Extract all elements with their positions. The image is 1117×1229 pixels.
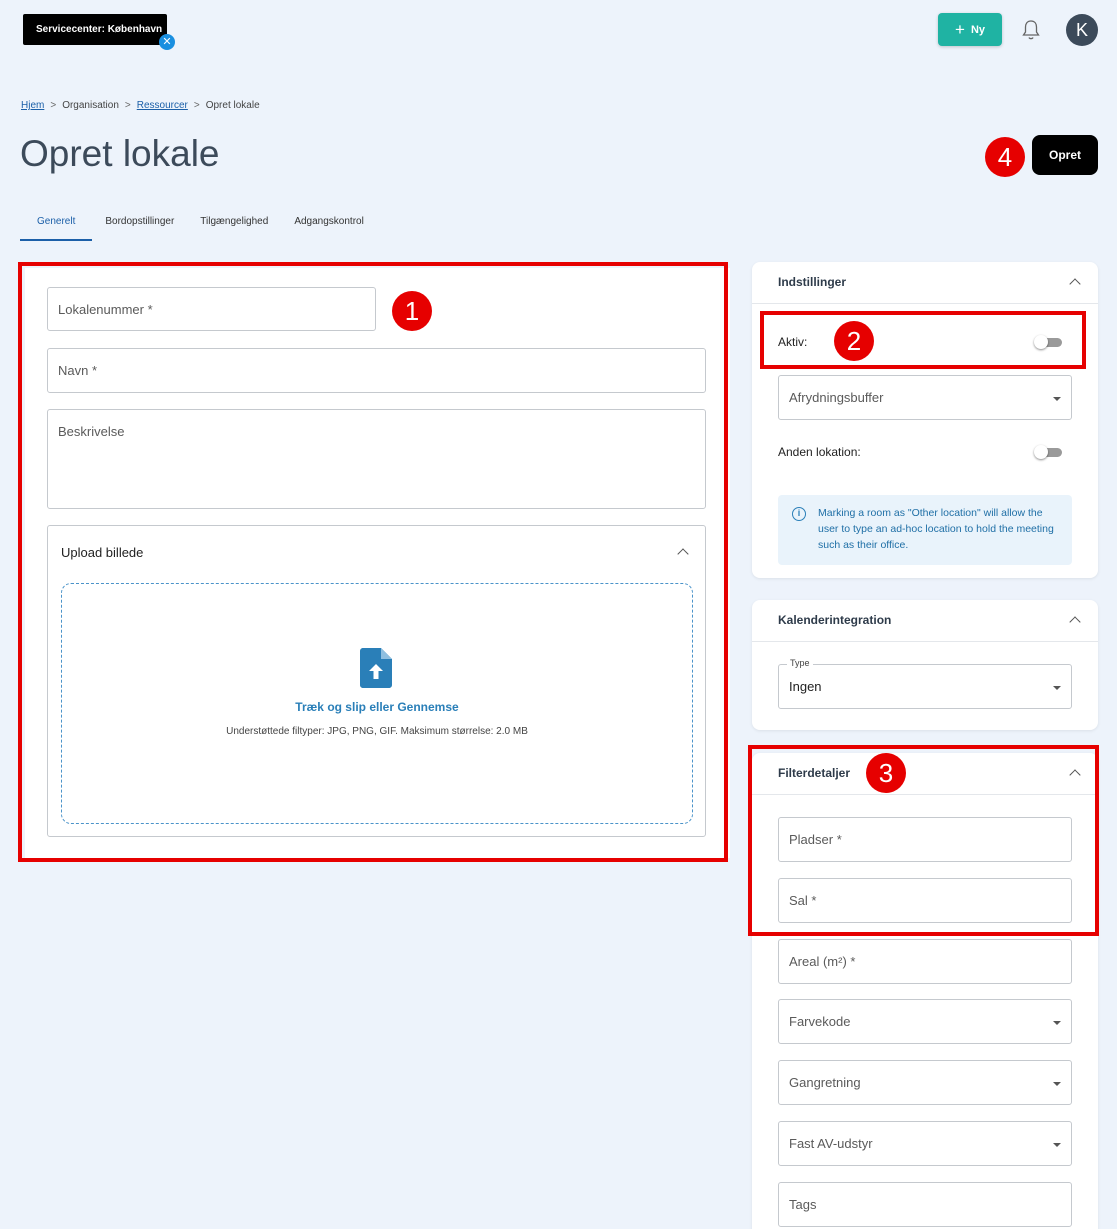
bell-icon[interactable]	[1021, 19, 1041, 41]
tab-access-control[interactable]: Adgangskontrol	[281, 210, 377, 241]
calendar-integration-card: Kalenderintegration Ingen Type	[752, 600, 1098, 730]
chevron-up-icon[interactable]	[1069, 278, 1081, 290]
direction-select[interactable]: Gangretning	[778, 1060, 1072, 1105]
cleanup-buffer-placeholder: Afrydningsbuffer	[789, 390, 884, 405]
page-title: Opret lokale	[20, 133, 220, 174]
annotation-box-3	[748, 745, 1099, 936]
settings-title: Indstillinger	[778, 275, 847, 289]
av-equipment-select[interactable]: Fast AV-udstyr	[778, 1121, 1072, 1166]
breadcrumb-resources[interactable]: Ressourcer	[137, 100, 188, 111]
tags-placeholder: Tags	[789, 1197, 817, 1212]
divider	[752, 303, 1098, 304]
info-message: i Marking a room as "Other location" wil…	[778, 495, 1072, 565]
create-button[interactable]: Opret	[1032, 135, 1098, 175]
calendar-title: Kalenderintegration	[778, 613, 892, 627]
caret-down-icon	[1053, 686, 1061, 690]
color-code-placeholder: Farvekode	[789, 1014, 851, 1029]
caret-down-icon	[1053, 1021, 1061, 1025]
calendar-type-select[interactable]: Ingen	[778, 664, 1072, 709]
avatar[interactable]: K	[1066, 14, 1098, 46]
location-label: Servicecenter: København	[36, 24, 163, 35]
breadcrumb-home[interactable]: Hjem	[21, 100, 44, 111]
annotation-box-2	[760, 311, 1086, 369]
divider	[752, 641, 1098, 642]
chevron-up-icon[interactable]	[1069, 616, 1081, 628]
tab-bar: Generelt Bordopstillinger Tilgængelighed…	[20, 210, 377, 241]
caret-down-icon	[1053, 397, 1061, 401]
direction-placeholder: Gangretning	[789, 1075, 861, 1090]
breadcrumb-separator: >	[124, 100, 131, 111]
caret-down-icon	[1053, 1082, 1061, 1086]
calendar-type-label: Type	[787, 658, 813, 668]
new-button-label: Ny	[970, 23, 985, 36]
settings-card: Indstillinger Aktiv: Afrydningsbuffer An…	[752, 262, 1098, 578]
annotation-box-1	[18, 262, 728, 862]
breadcrumb-current: Opret lokale	[205, 100, 260, 111]
tags-input[interactable]: Tags	[778, 1182, 1072, 1227]
new-button[interactable]: + Ny	[938, 13, 1002, 46]
info-icon: i	[792, 507, 806, 521]
annotation-marker-3: 3	[866, 753, 906, 793]
breadcrumb-separator: >	[50, 100, 57, 111]
av-equipment-placeholder: Fast AV-udstyr	[789, 1136, 873, 1151]
plus-icon: +	[955, 20, 965, 39]
location-selector[interactable]: Servicecenter: København	[23, 14, 167, 45]
caret-down-icon	[1053, 1143, 1061, 1147]
other-location-toggle[interactable]	[1034, 445, 1062, 459]
cleanup-buffer-select[interactable]: Afrydningsbuffer	[778, 375, 1072, 420]
area-input[interactable]: Areal (m²) *	[778, 939, 1072, 984]
tab-accessibility[interactable]: Tilgængelighed	[187, 210, 281, 241]
calendar-type-value: Ingen	[789, 679, 822, 694]
breadcrumb-organisation: Organisation	[62, 100, 119, 111]
breadcrumb-separator: >	[193, 100, 200, 111]
info-text: Marking a room as "Other location" will …	[818, 507, 1054, 551]
close-icon[interactable]: ✕	[159, 34, 175, 50]
annotation-marker-4: 4	[985, 137, 1025, 177]
tab-general[interactable]: Generelt	[20, 210, 93, 241]
breadcrumb: Hjem > Organisation > Ressourcer > Opret…	[21, 100, 260, 111]
annotation-marker-1: 1	[392, 291, 432, 331]
area-placeholder: Areal (m²) *	[789, 954, 856, 969]
tab-table-setups[interactable]: Bordopstillinger	[92, 210, 187, 241]
other-location-label: Anden lokation:	[778, 445, 861, 459]
annotation-marker-2: 2	[834, 321, 874, 361]
color-code-select[interactable]: Farvekode	[778, 999, 1072, 1044]
